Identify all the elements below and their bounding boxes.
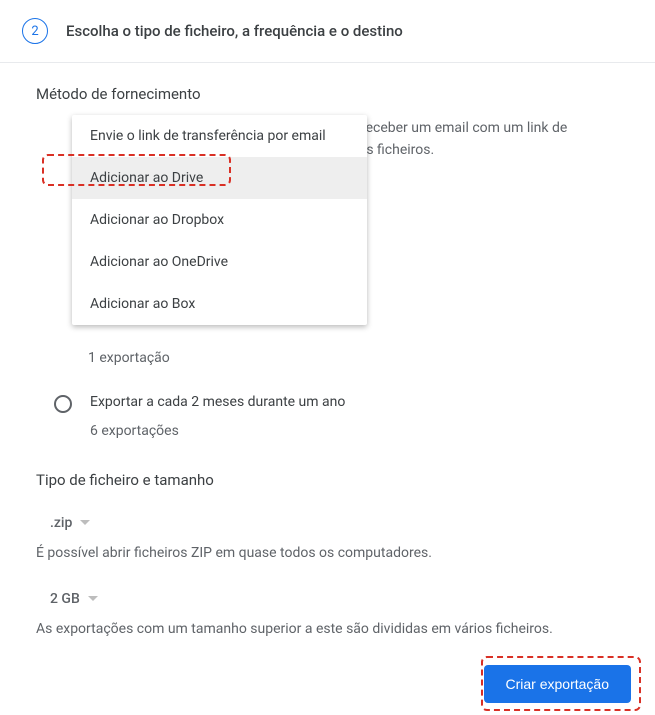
dropdown-item-drive[interactable]: Adicionar ao Drive (72, 157, 367, 199)
chevron-down-icon (80, 520, 90, 525)
create-export-button[interactable]: Criar exportação (484, 665, 632, 703)
step-number: 2 (31, 24, 38, 39)
step-number-circle: 2 (22, 18, 48, 44)
page-title: Escolha o tipo de ficheiro, a frequência… (66, 22, 403, 40)
step-header: 2 Escolha o tipo de ficheiro, a frequênc… (0, 0, 655, 63)
filetype-value: .zip (50, 515, 72, 531)
dropdown-item-box[interactable]: Adicionar ao Box (72, 283, 367, 325)
delivery-method-dropdown[interactable]: Envie o link de transferência por email … (72, 115, 367, 325)
radio-icon (54, 395, 72, 413)
size-value: 2 GB (50, 591, 80, 607)
export-count-6: 6 exportações (36, 423, 619, 439)
filetype-desc: É possível abrir ficheiros ZIP em quase … (36, 545, 619, 561)
dropdown-item-onedrive[interactable]: Adicionar ao OneDrive (72, 241, 367, 283)
filetype-select[interactable]: .zip (36, 509, 94, 537)
export-count-1: 1 exportação (36, 350, 619, 366)
filetype-size-title: Tipo de ficheiro e tamanho (36, 471, 619, 489)
size-select[interactable]: 2 GB (36, 585, 102, 613)
radio-label-bimonthly: Exportar a cada 2 meses durante um ano (90, 394, 345, 410)
size-desc: As exportações com um tamanho superior a… (36, 621, 619, 637)
radio-option-bimonthly[interactable]: Exportar a cada 2 meses durante um ano (36, 394, 619, 413)
dropdown-item-email[interactable]: Envie o link de transferência por email (72, 115, 367, 157)
dropdown-item-dropbox[interactable]: Adicionar ao Dropbox (72, 199, 367, 241)
main-content: Método de fornecimento irá receber um em… (0, 63, 655, 659)
delivery-method-title: Método de fornecimento (36, 85, 619, 103)
footer-actions: Criar exportação (484, 665, 632, 703)
chevron-down-icon (88, 596, 98, 601)
